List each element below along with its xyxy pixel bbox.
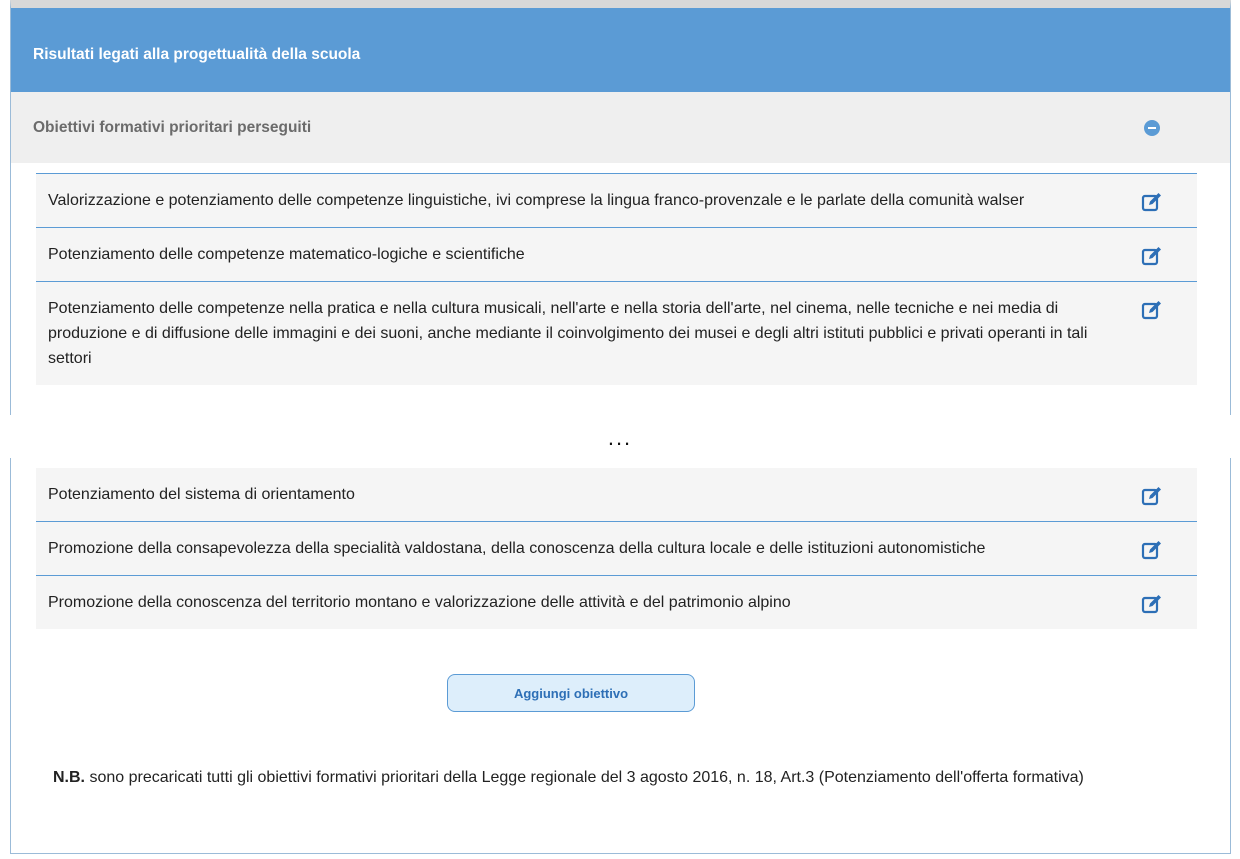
objective-label: Potenziamento del sistema di orientament…: [48, 486, 355, 503]
edit-icon[interactable]: [1141, 299, 1163, 321]
edit-icon[interactable]: [1141, 539, 1163, 561]
edit-icon[interactable]: [1141, 485, 1163, 507]
section-header[interactable]: Obiettivi formativi prioritari perseguit…: [11, 92, 1230, 163]
panel-title: Risultati legati alla progettualità dell…: [33, 46, 361, 63]
objective-row: Potenziamento delle competenze nella pra…: [36, 281, 1197, 385]
edit-icon[interactable]: [1141, 593, 1163, 615]
objective-row: Potenziamento delle competenze matematic…: [36, 227, 1197, 281]
objective-row: Potenziamento del sistema di orientament…: [36, 468, 1197, 521]
objective-label: Promozione della conoscenza del territor…: [48, 594, 791, 611]
objective-label: Promozione della consapevolezza della sp…: [48, 540, 986, 557]
section-title: Obiettivi formativi prioritari perseguit…: [33, 118, 312, 136]
panel-header: Risultati legati alla progettualità dell…: [11, 8, 1230, 92]
objectives-panel-top: Risultati legati alla progettualità dell…: [0, 0, 1240, 415]
add-objective-button[interactable]: Aggiungi obiettivo: [447, 674, 695, 712]
objective-row: Promozione della consapevolezza della sp…: [36, 521, 1197, 575]
objective-label: Valorizzazione e potenziamento delle com…: [48, 192, 1025, 209]
objective-label: Potenziamento delle competenze nella pra…: [48, 300, 1088, 367]
objectives-list: Potenziamento del sistema di orientament…: [36, 468, 1197, 629]
objective-row: Promozione della conoscenza del territor…: [36, 575, 1197, 629]
minus-circle-icon[interactable]: [1144, 119, 1160, 136]
objective-label: Potenziamento delle competenze matematic…: [48, 246, 525, 263]
objectives-panel-bottom: Potenziamento del sistema di orientament…: [0, 458, 1240, 859]
footnote: N.B. sono precaricati tutti gli obiettiv…: [53, 765, 1173, 790]
objectives-list: Valorizzazione e potenziamento delle com…: [36, 173, 1197, 385]
edit-icon[interactable]: [1141, 191, 1163, 213]
omission-ellipsis: ...: [607, 425, 633, 450]
note-text: sono precaricati tutti gli obiettivi for…: [85, 769, 1084, 786]
note-prefix: N.B.: [53, 769, 85, 786]
objective-row: Valorizzazione e potenziamento delle com…: [36, 173, 1197, 227]
edit-icon[interactable]: [1141, 245, 1163, 267]
